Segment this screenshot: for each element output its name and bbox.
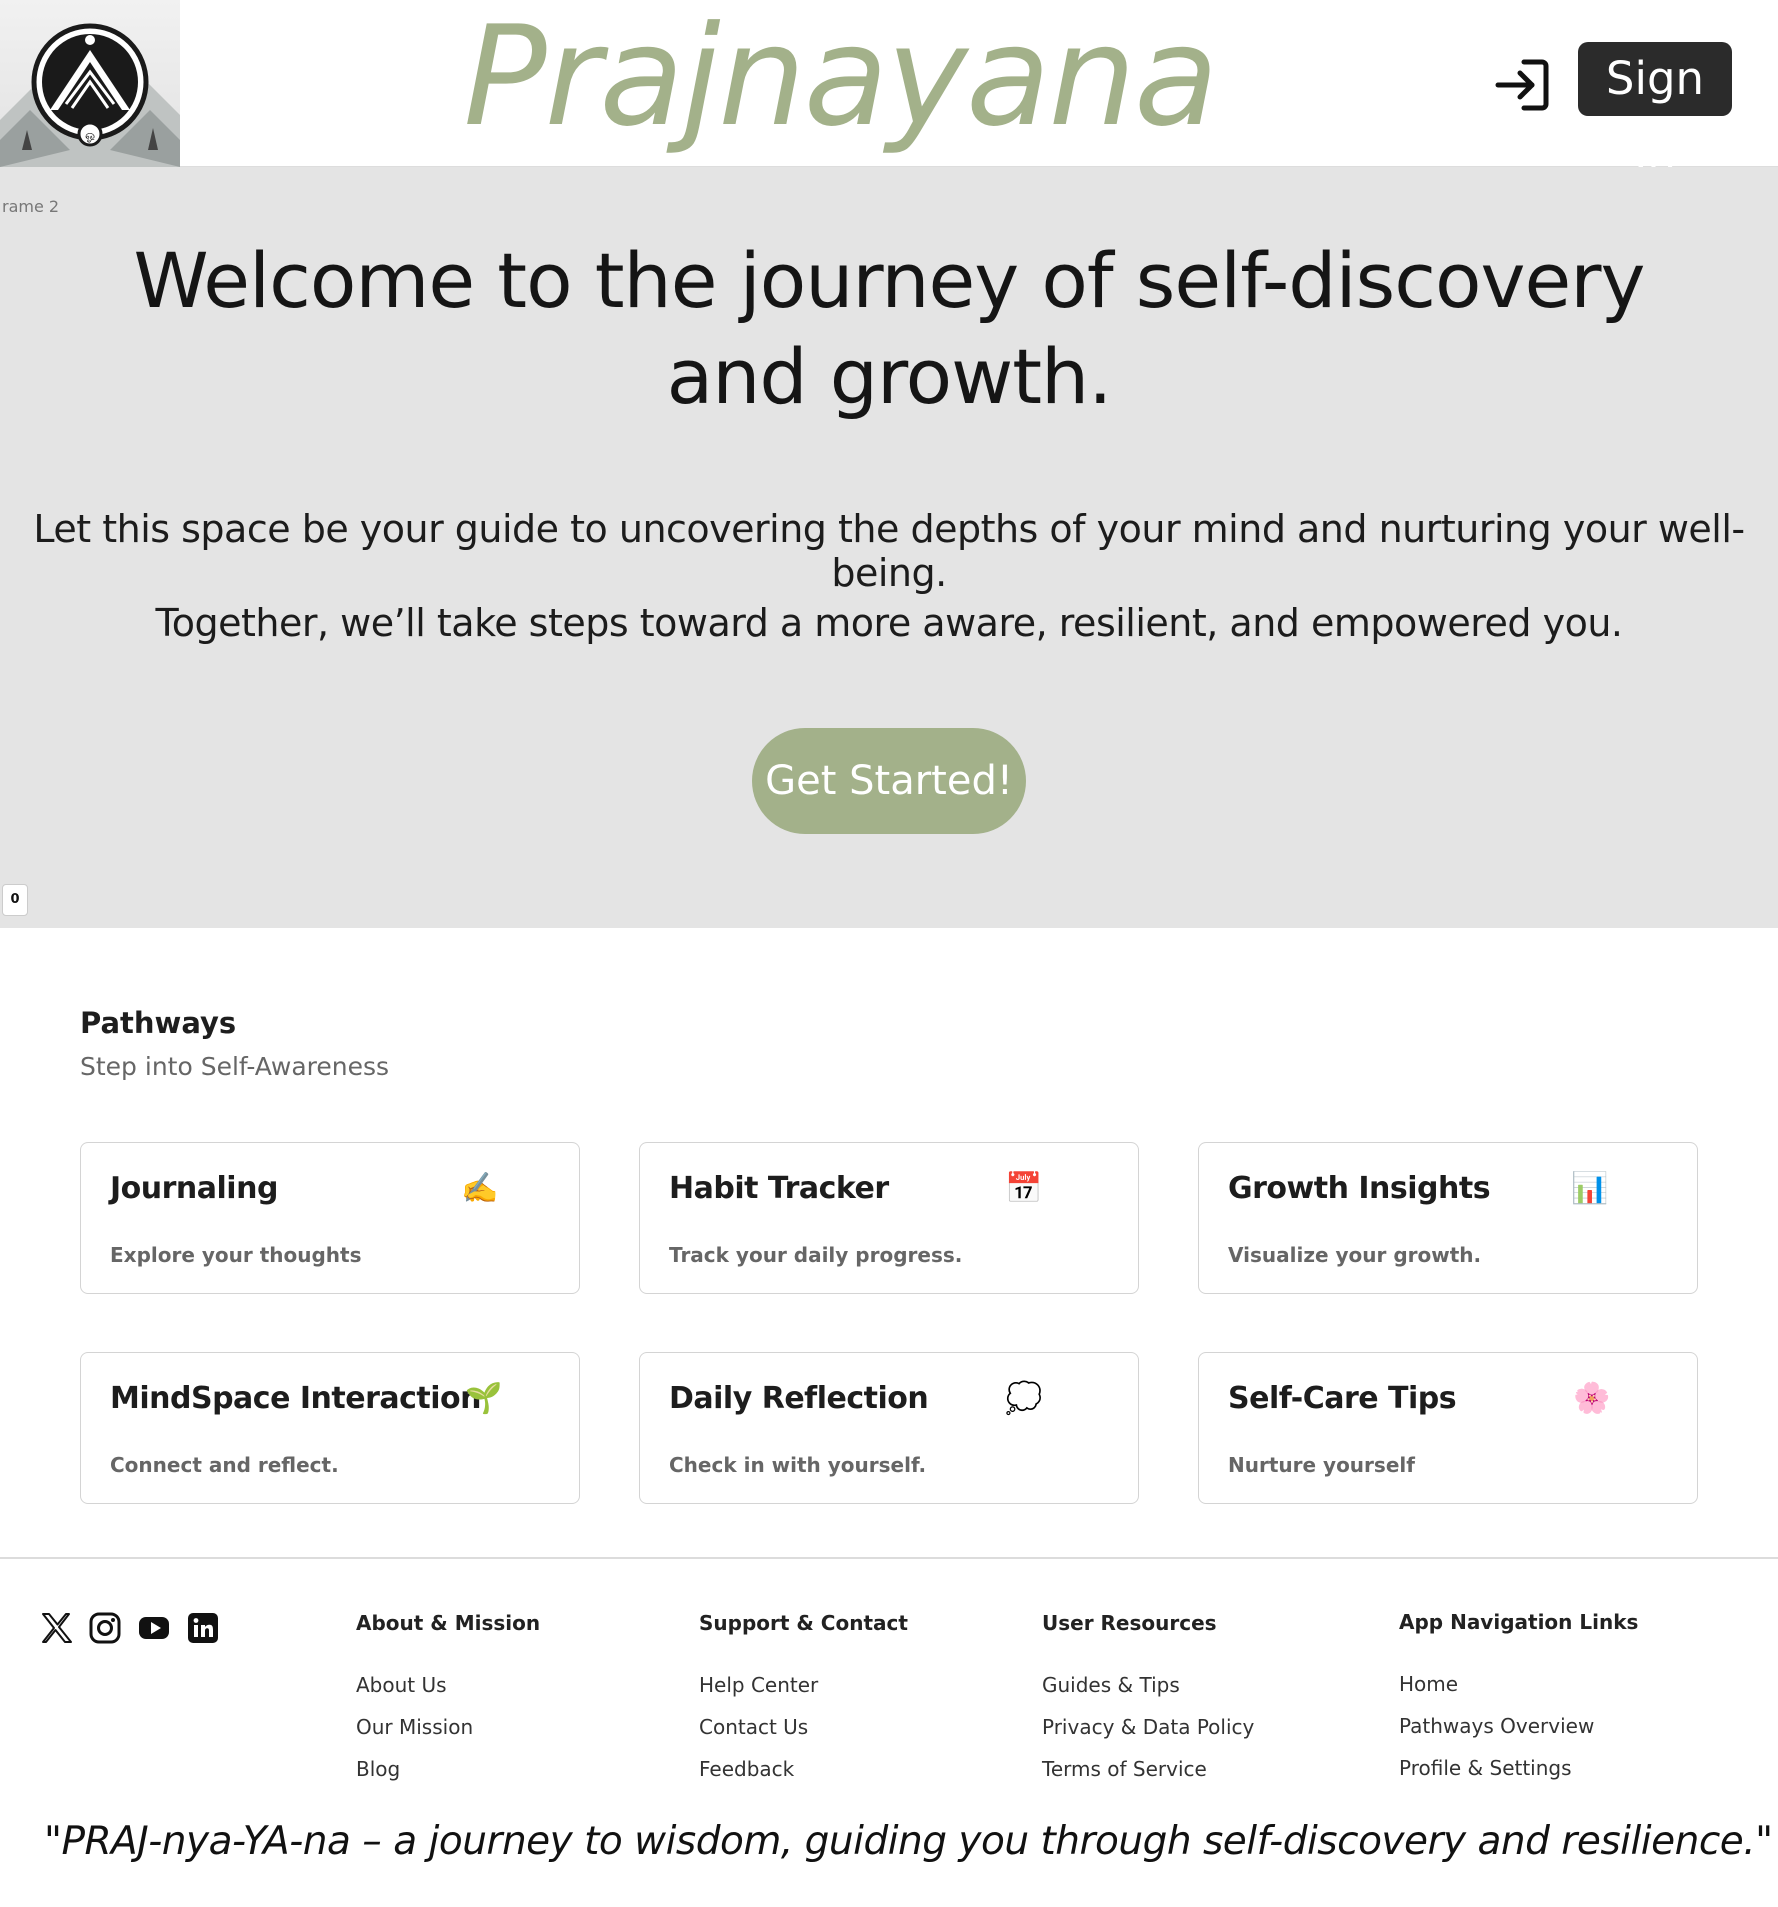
calendar-icon: 📅	[1005, 1171, 1043, 1206]
hero-section: rame 2 Welcome to the journey of self-di…	[0, 167, 1778, 928]
card-description: Visualize your growth.	[1228, 1243, 1482, 1267]
footer-link-home[interactable]: Home	[1399, 1672, 1458, 1696]
card-description: Track your daily progress.	[669, 1243, 963, 1267]
header: ஓ Prajnayana Sign In	[0, 0, 1778, 179]
instagram-icon[interactable]	[88, 1611, 122, 1645]
card-title: Habit Tracker	[669, 1171, 889, 1206]
footer-link-feedback[interactable]: Feedback	[699, 1757, 794, 1781]
card-title: Daily Reflection	[669, 1381, 929, 1416]
pathway-card-self-care[interactable]: Self-Care Tips 🌸 Nurture yourself	[1198, 1352, 1698, 1504]
footer-heading-support: Support & Contact	[699, 1611, 908, 1635]
footer-link-terms[interactable]: Terms of Service	[1042, 1757, 1207, 1781]
footer-link-guides[interactable]: Guides & Tips	[1042, 1673, 1180, 1697]
hero-tagline-text: Together, we’ll take steps toward a more…	[155, 601, 1624, 645]
pathway-card-journaling[interactable]: Journaling ✍️ Explore your thoughts	[80, 1142, 580, 1294]
card-description: Connect and reflect.	[110, 1453, 339, 1477]
footer-link-blog[interactable]: Blog	[356, 1757, 400, 1781]
footer-link-pathways-overview[interactable]: Pathways Overview	[1399, 1714, 1594, 1738]
x-icon[interactable]	[40, 1611, 74, 1645]
youtube-icon[interactable]	[137, 1611, 171, 1645]
brand-title: Prajnayana	[463, 0, 1218, 157]
bar-chart-icon: 📊	[1571, 1171, 1609, 1206]
sign-in-button[interactable]: Sign In	[1578, 42, 1732, 179]
footer: About & Mission About Us Our Mission Blo…	[0, 1557, 1778, 1907]
sign-in-icon[interactable]	[1494, 56, 1552, 114]
card-title: MindSpace Interaction	[110, 1381, 482, 1416]
pathway-card-daily-reflection[interactable]: Daily Reflection 💭 Check in with yoursel…	[639, 1352, 1139, 1504]
frame-label: rame 2	[2, 197, 60, 216]
card-description: Check in with yourself.	[669, 1453, 927, 1477]
get-started-button[interactable]: Get Started!	[752, 728, 1026, 834]
card-title: Self-Care Tips	[1228, 1381, 1457, 1416]
footer-heading-resources: User Resources	[1042, 1611, 1217, 1635]
pathway-card-mindspace[interactable]: MindSpace Interaction 🌱 Connect and refl…	[80, 1352, 580, 1504]
footer-link-about-us[interactable]: About Us	[356, 1673, 447, 1697]
card-title: Journaling	[110, 1171, 278, 1206]
seedling-icon: 🌱	[465, 1381, 503, 1416]
footer-link-privacy[interactable]: Privacy & Data Policy	[1042, 1715, 1254, 1739]
logo[interactable]: ஓ	[0, 0, 180, 167]
card-title: Growth Insights	[1228, 1171, 1491, 1206]
footer-link-our-mission[interactable]: Our Mission	[356, 1715, 473, 1739]
frame-badge[interactable]: 0	[2, 884, 28, 916]
footer-link-contact-us[interactable]: Contact Us	[699, 1715, 808, 1739]
pathways-title: Pathways	[80, 1006, 237, 1040]
footer-heading-about: About & Mission	[356, 1611, 541, 1635]
card-description: Nurture yourself	[1228, 1453, 1415, 1477]
pathway-card-habit-tracker[interactable]: Habit Tracker 📅 Track your daily progres…	[639, 1142, 1139, 1294]
writing-hand-icon: ✍️	[461, 1171, 499, 1206]
pathways-subtitle: Step into Self-Awareness	[80, 1052, 390, 1081]
mountain-logo-icon: ஓ	[0, 23, 180, 167]
linkedin-icon[interactable]	[186, 1611, 220, 1645]
pathway-card-growth-insights[interactable]: Growth Insights 📊 Visualize your growth.	[1198, 1142, 1698, 1294]
footer-quote: "PRAJ-nya-YA-na – a journey to wisdom, g…	[44, 1819, 1773, 1864]
footer-heading-navigation: App Navigation Links	[1399, 1610, 1639, 1634]
hero-intro-text: Let this space be your guide to uncoveri…	[33, 507, 1745, 595]
card-description: Explore your thoughts	[110, 1243, 362, 1267]
hero-title: Welcome to the journey of self-discovery…	[133, 236, 1646, 421]
footer-link-profile-settings[interactable]: Profile & Settings	[1399, 1756, 1572, 1780]
cherry-blossom-icon: 🌸	[1573, 1381, 1611, 1416]
footer-link-help-center[interactable]: Help Center	[699, 1673, 818, 1697]
thought-bubble-icon: 💭	[1005, 1381, 1043, 1416]
svg-text:ஓ: ஓ	[85, 128, 95, 142]
